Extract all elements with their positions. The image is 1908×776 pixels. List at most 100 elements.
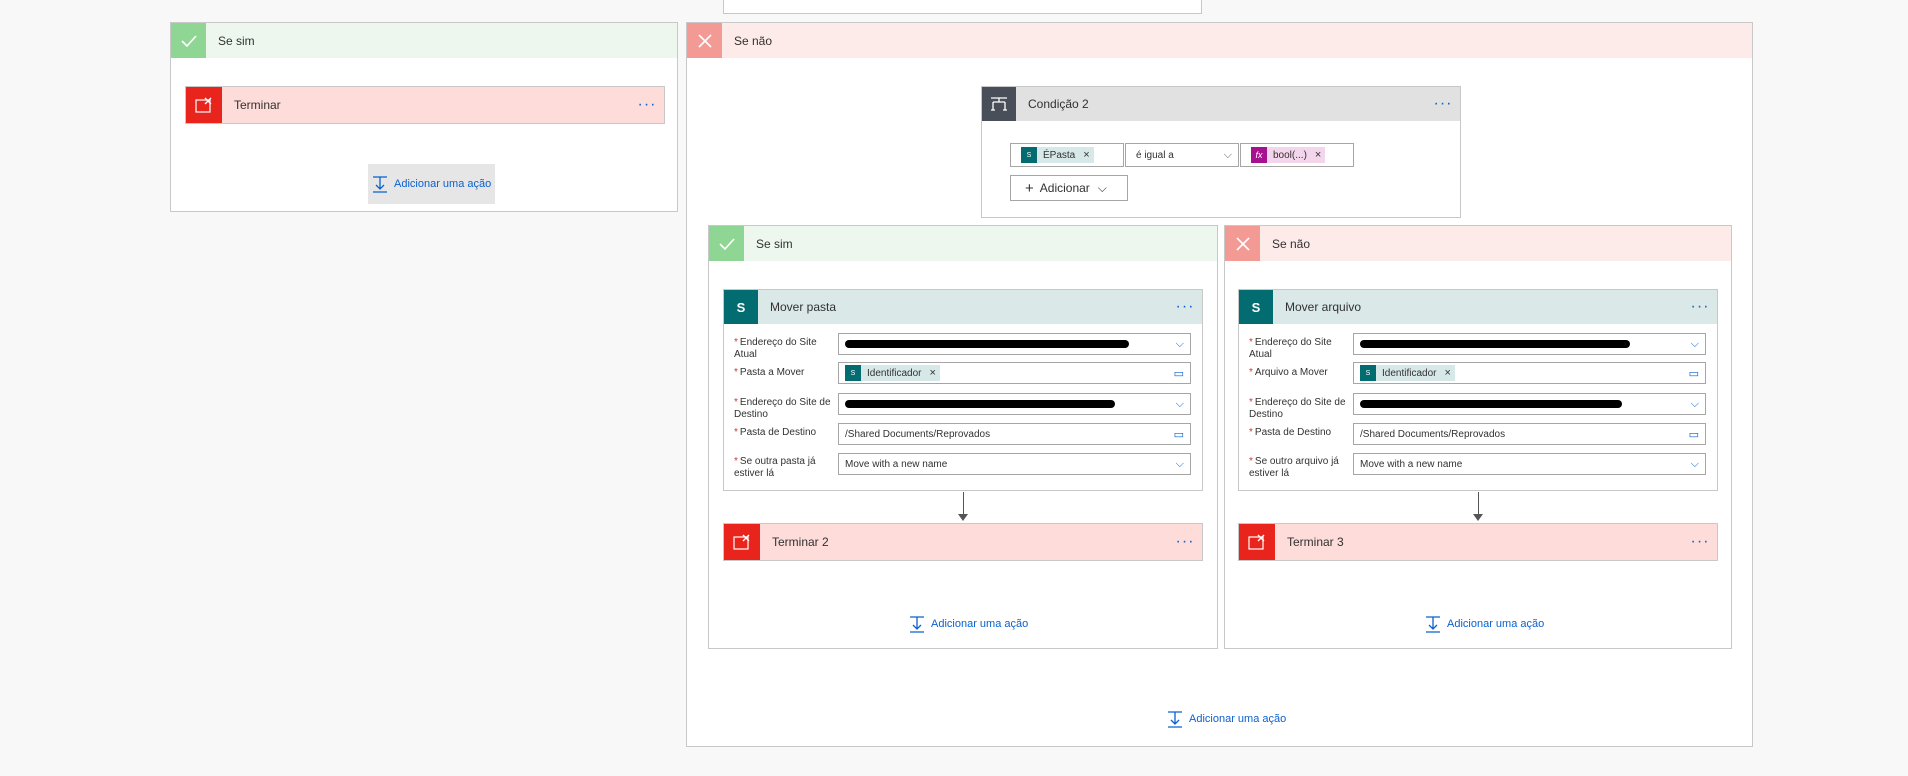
condition-operator-select[interactable]: é igual a ⌵ [1125,143,1239,167]
inner-branch-no-header[interactable]: Se não [1225,226,1731,261]
terminate-icon [186,87,222,123]
add-action-button[interactable]: Adicionar uma ação [1167,707,1286,731]
if-exists-select[interactable]: Move with a new name ⌵ [1353,453,1706,475]
field-label-destination-site: * Endereço do Site de Destino [1249,397,1346,420]
destination-folder-input[interactable]: /Shared Documents/Reprovados ▭ [1353,423,1706,445]
condition-add-button[interactable]: + Adicionar ⌵ [1010,175,1128,201]
destination-folder-value: /Shared Documents/Reprovados [1360,428,1506,440]
add-action-icon [910,616,924,633]
terminate-2-card[interactable]: Terminar 2 ··· [723,523,1203,561]
plus-icon: + [1025,179,1034,197]
flow-arrow [963,492,964,516]
chevron-down-icon: ⌵ [1690,337,1699,350]
sharepoint-icon: S [845,365,861,381]
left-token-label: ÉPasta [1043,149,1076,161]
remove-token-icon[interactable]: × [929,367,935,379]
token-label: Identificador [867,367,922,379]
checkmark-icon [709,226,744,261]
inner-no-title: Se não [1272,236,1311,251]
inner-yes-title: Se sim [756,236,793,251]
move-folder-title: Mover pasta [770,300,837,314]
sharepoint-icon: S [1360,365,1376,381]
field-label-destination-folder: * Pasta de Destino [1249,427,1332,438]
condition-icon [982,87,1016,121]
destination-folder-input[interactable]: /Shared Documents/Reprovados ▭ [838,423,1191,445]
field-label-file-to-move: * Arquivo a Mover [1249,367,1328,378]
if-exists-value: Move with a new name [845,458,948,470]
field-label-site-address: * Endereço do Site Atual [1249,337,1332,360]
add-action-icon [1168,711,1182,728]
remove-token-icon[interactable]: × [1083,149,1089,161]
chevron-down-icon: ⌵ [1690,457,1699,470]
more-options-icon[interactable]: ··· [1168,299,1202,315]
right-token-label: bool(...) [1273,149,1307,161]
field-label-destination-site: * Endereço do Site de Destino [734,397,831,420]
add-action-label: Adicionar uma ação [931,618,1029,630]
folder-icon[interactable]: ▭ [1689,367,1699,380]
site-address-select[interactable]: ⌵ [1353,333,1706,355]
folder-icon[interactable]: ▭ [1689,428,1699,441]
inner-branch-no: Se não S Mover arquivo ··· * Endereço do … [1224,225,1732,649]
field-label-destination-folder: * Pasta de Destino [734,427,817,438]
add-action-icon [1426,616,1440,633]
site-address-select[interactable]: ⌵ [838,333,1191,355]
terminate-3-card[interactable]: Terminar 3 ··· [1238,523,1718,561]
chevron-down-icon: ⌵ [1175,397,1184,410]
branch-yes-header[interactable]: Se sim [171,23,677,58]
move-file-card[interactable]: S Mover arquivo ··· * Endereço do Site At… [1238,289,1718,491]
add-action-button[interactable]: Adicionar uma ação [1425,612,1544,636]
terminate-card[interactable]: Terminar ··· [185,86,665,124]
chevron-down-icon: ⌵ [1175,337,1184,350]
remove-token-icon[interactable]: × [1444,367,1450,379]
branch-no-title: Se não [734,33,773,48]
file-to-move-input[interactable]: S Identificador × ▭ [1353,362,1706,384]
branch-yes-title: Se sim [218,33,255,48]
more-options-icon[interactable]: ··· [1426,96,1460,112]
condition-right-operand[interactable]: fx bool(...) × [1240,143,1354,167]
destination-folder-value: /Shared Documents/Reprovados [845,428,991,440]
terminate-title: Terminar [234,98,281,112]
more-options-icon[interactable]: ··· [630,97,664,113]
field-label-folder-to-move: * Pasta a Mover [734,367,805,378]
sharepoint-icon: S [1239,290,1273,324]
folder-to-move-input[interactable]: S Identificador × ▭ [838,362,1191,384]
flow-arrow-head [958,514,968,521]
chevron-down-icon: ⌵ [1175,457,1184,470]
add-action-label: Adicionar uma ação [394,178,492,190]
remove-token-icon[interactable]: × [1315,149,1321,161]
inner-branch-yes-header[interactable]: Se sim [709,226,1217,261]
chevron-down-icon: ⌵ [1223,148,1232,161]
field-label-if-exists: * Se outro arquivo já estiver lá [1249,456,1339,479]
inner-branch-yes: Se sim S Mover pasta ··· * Endereço do Si… [708,225,1218,649]
field-label-site-address: * Endereço do Site Atual [734,337,817,360]
more-options-icon[interactable]: ··· [1168,534,1202,550]
if-exists-select[interactable]: Move with a new name ⌵ [838,453,1191,475]
move-file-title: Mover arquivo [1285,300,1362,314]
more-options-icon[interactable]: ··· [1683,534,1717,550]
add-action-button[interactable]: Adicionar uma ação [368,164,496,204]
condition-title: Condição 2 [1028,97,1089,111]
destination-site-select[interactable]: ⌵ [1353,393,1706,415]
folder-icon[interactable]: ▭ [1174,367,1184,380]
expression-icon: fx [1251,147,1267,163]
checkmark-icon [171,23,206,58]
add-button-label: Adicionar [1039,181,1090,195]
close-icon [1225,226,1260,261]
token-label: Identificador [1382,367,1437,379]
field-label-if-exists: * Se outra pasta já estiver lá [734,456,816,479]
destination-site-select[interactable]: ⌵ [838,393,1191,415]
condition-card[interactable]: Condição 2 ··· S ÉPasta × é igual a ⌵ fx… [981,86,1461,218]
condition-left-operand[interactable]: S ÉPasta × [1010,143,1124,167]
move-folder-card[interactable]: S Mover pasta ··· * Endereço do Site Atua… [723,289,1203,491]
terminate-3-title: Terminar 3 [1287,535,1344,549]
folder-icon[interactable]: ▭ [1174,428,1184,441]
add-action-button[interactable]: Adicionar uma ação [909,612,1028,636]
more-options-icon[interactable]: ··· [1683,299,1717,315]
branch-no-header[interactable]: Se não [687,23,1752,58]
terminate-2-title: Terminar 2 [772,535,829,549]
terminate-icon [1239,524,1275,560]
previous-step-card [723,0,1202,14]
chevron-down-icon: ⌵ [1097,180,1107,195]
add-action-label: Adicionar uma ação [1189,713,1287,725]
flow-arrow-head [1473,514,1483,521]
